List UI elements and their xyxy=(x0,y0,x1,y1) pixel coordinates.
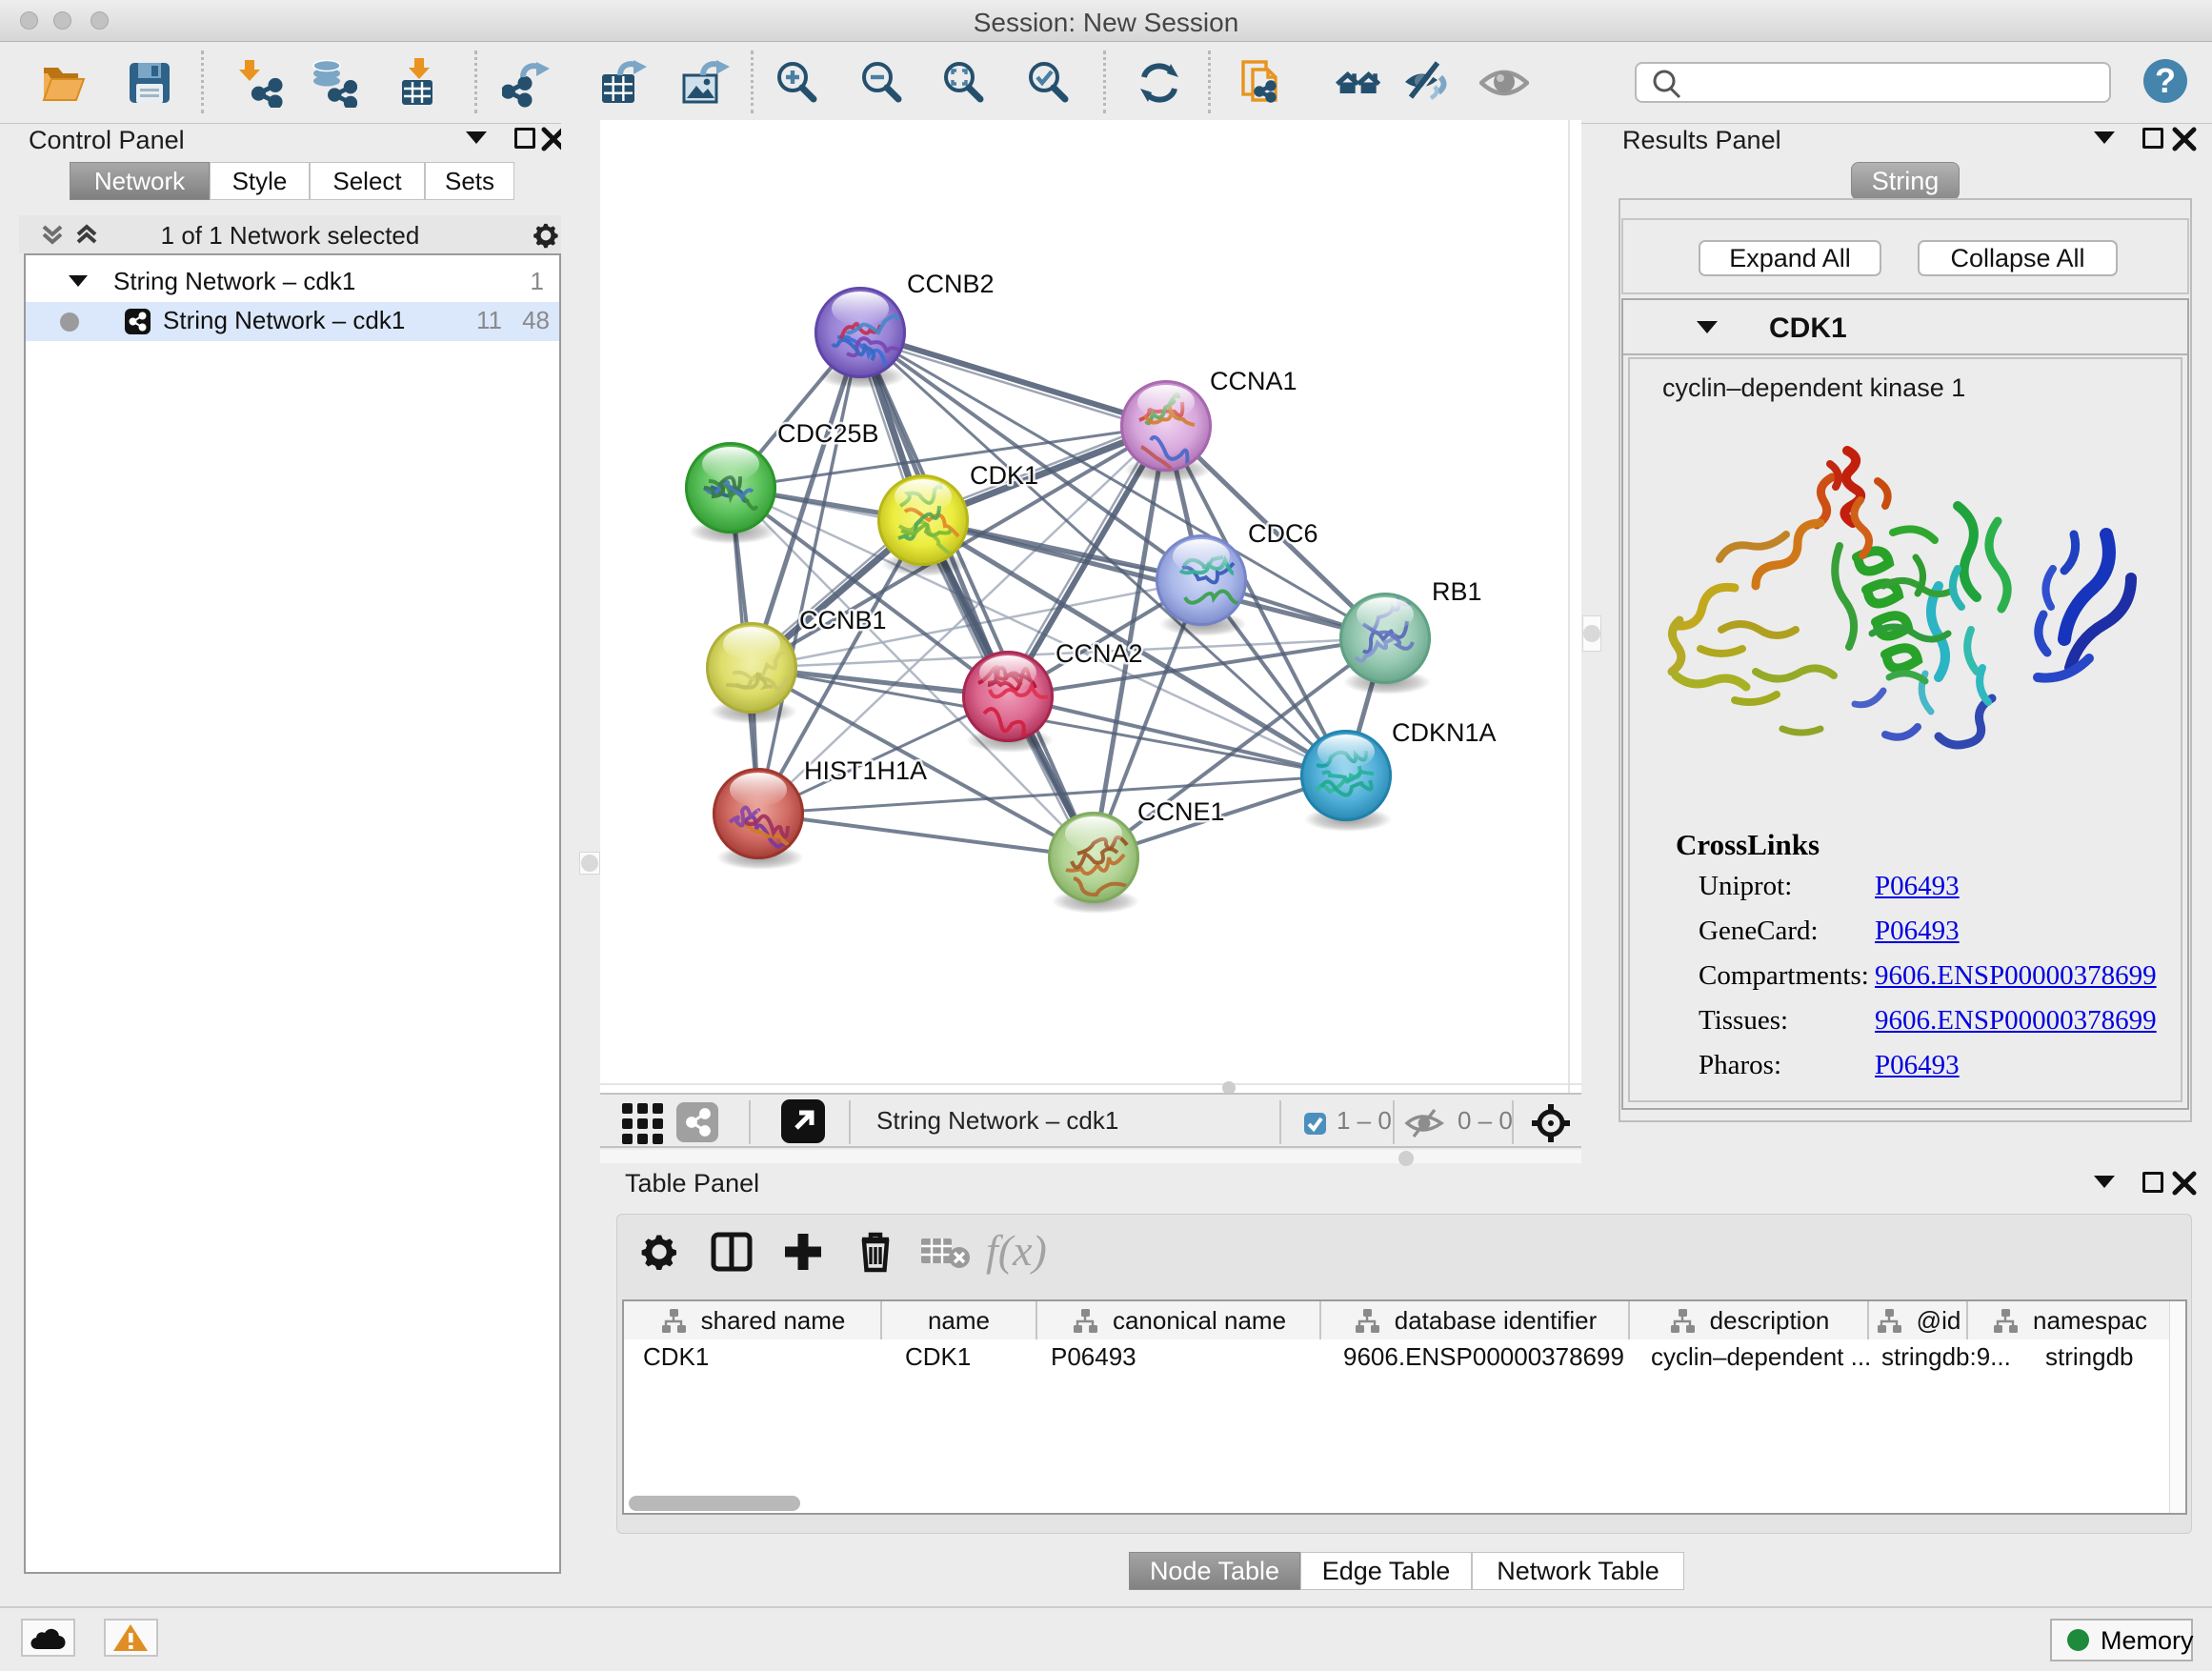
svg-text:CDK1: CDK1 xyxy=(970,461,1038,490)
svg-text:CCNE1: CCNE1 xyxy=(1137,797,1225,826)
svg-text:?: ? xyxy=(2155,61,2176,100)
svg-text:CDC6: CDC6 xyxy=(1248,519,1318,548)
svg-text:CCNB1: CCNB1 xyxy=(799,606,887,634)
svg-text:CDKN1A: CDKN1A xyxy=(1392,718,1497,747)
svg-text:RB1: RB1 xyxy=(1432,577,1482,606)
svg-text:CCNA1: CCNA1 xyxy=(1210,367,1297,395)
svg-text:HIST1H1A: HIST1H1A xyxy=(804,756,927,785)
svg-text:CCNB2: CCNB2 xyxy=(907,270,995,298)
svg-text:CDC25B: CDC25B xyxy=(777,419,879,448)
svg-text:CCNA2: CCNA2 xyxy=(1056,639,1143,668)
